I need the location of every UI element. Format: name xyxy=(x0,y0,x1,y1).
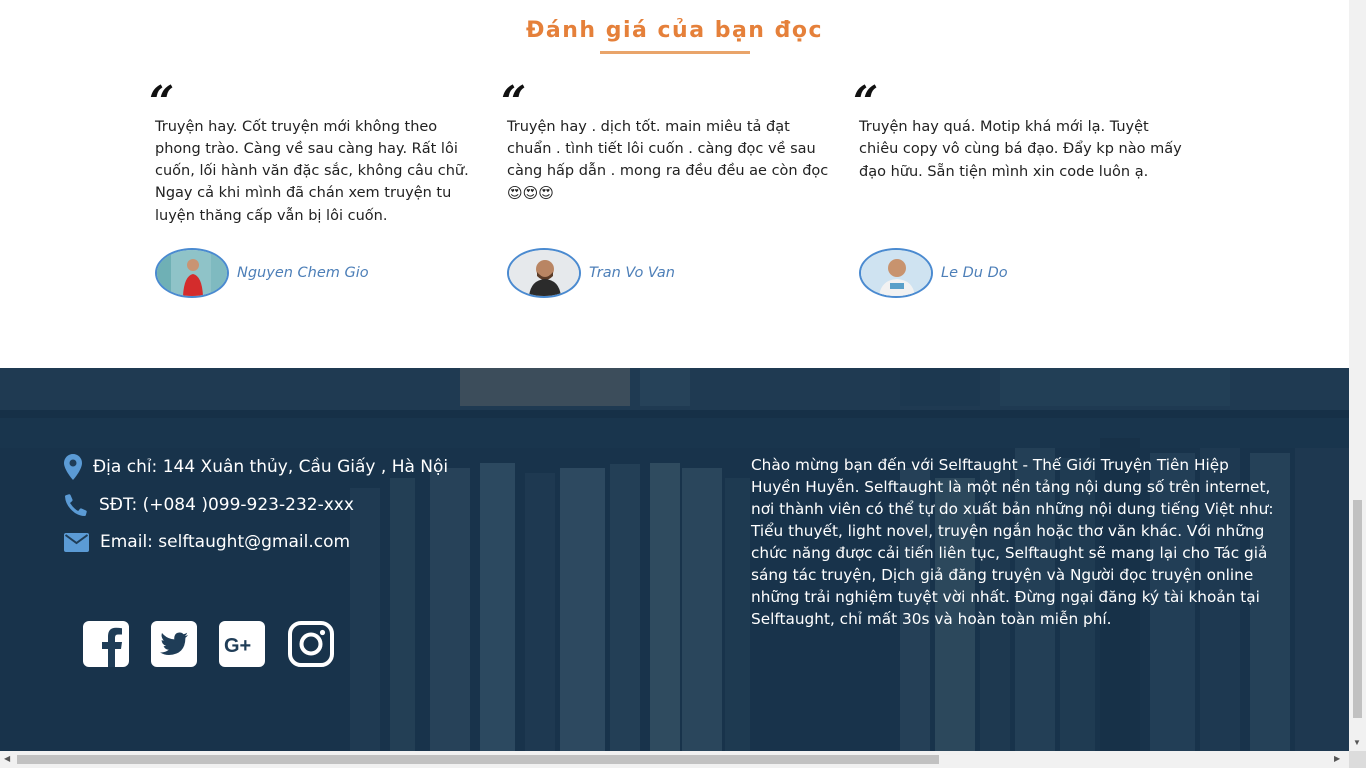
horizontal-scroll-thumb[interactable] xyxy=(17,755,939,764)
review-author: Tran Vo Van xyxy=(507,248,675,298)
scroll-right-arrow-icon[interactable]: ▶ xyxy=(1334,754,1340,763)
footer: Địa chỉ: 144 Xuân thủy, Cầu Giấy , Hà Nộ… xyxy=(0,368,1349,751)
email-row: Email: selftaught@gmail.com xyxy=(64,532,350,552)
phone-text: SĐT: (+084 )099-923-232-xxx xyxy=(99,495,354,515)
review-text: Truyện hay quá. Motip khá mới lạ. Tuyệt … xyxy=(859,119,1182,180)
instagram-icon[interactable] xyxy=(288,621,334,667)
google-plus-icon[interactable]: G+ xyxy=(219,621,265,667)
phone-row: SĐT: (+084 )099-923-232-xxx xyxy=(64,493,354,517)
emoji: 😍😍😍 xyxy=(507,184,554,202)
horizontal-scrollbar[interactable]: ◀ ▶ xyxy=(0,751,1349,768)
review-author: Le Du Do xyxy=(859,248,1008,298)
map-marker-icon xyxy=(64,454,82,480)
twitter-icon[interactable] xyxy=(151,621,197,667)
reviews-section: Đánh giá của bạn đọc “ Truyện hay. Cốt t… xyxy=(0,0,1349,368)
avatar xyxy=(507,248,581,298)
review-author: Nguyen Chem Gio xyxy=(155,248,369,298)
review-text: Truyện hay. Cốt truyện mới không theo ph… xyxy=(155,119,469,224)
avatar xyxy=(859,248,933,298)
phone-icon xyxy=(65,494,87,516)
quote-icon: “ xyxy=(149,77,175,128)
author-name: Nguyen Chem Gio xyxy=(237,265,369,281)
author-name: Tran Vo Van xyxy=(589,265,675,281)
title-underline xyxy=(600,51,750,54)
review-card: “ Truyện hay. Cốt truyện mới không theo … xyxy=(149,81,485,298)
scroll-down-arrow-icon[interactable]: ▼ xyxy=(1353,738,1361,747)
vertical-scroll-thumb[interactable] xyxy=(1353,500,1362,718)
vertical-scrollbar[interactable]: ▼ xyxy=(1349,0,1366,751)
review-text: Truyện hay . dịch tốt. main miêu tả đạt … xyxy=(507,119,829,202)
author-name: Le Du Do xyxy=(941,265,1008,281)
about-text: Chào mừng bạn đến với Selftaught - Thế G… xyxy=(751,456,1274,628)
email-text[interactable]: Email: selftaught@gmail.com xyxy=(100,532,350,552)
quote-icon: “ xyxy=(501,77,527,128)
avatar xyxy=(155,248,229,298)
address-text: Địa chỉ: 144 Xuân thủy, Cầu Giấy , Hà Nộ… xyxy=(93,457,449,477)
review-card: “ Truyện hay . dịch tốt. main miêu tả đạ… xyxy=(501,81,837,298)
envelope-icon xyxy=(64,532,89,552)
section-title: Đánh giá của bạn đọc xyxy=(525,18,824,43)
quote-icon: “ xyxy=(853,77,879,128)
scrollbar-corner xyxy=(1349,751,1366,768)
facebook-icon[interactable] xyxy=(83,621,129,667)
address-row: Địa chỉ: 144 Xuân thủy, Cầu Giấy , Hà Nộ… xyxy=(64,454,448,480)
scroll-left-arrow-icon[interactable]: ◀ xyxy=(4,754,10,763)
review-card: “ Truyện hay quá. Motip khá mới lạ. Tuyệ… xyxy=(853,81,1189,298)
svg-text:G+: G+ xyxy=(224,635,251,657)
